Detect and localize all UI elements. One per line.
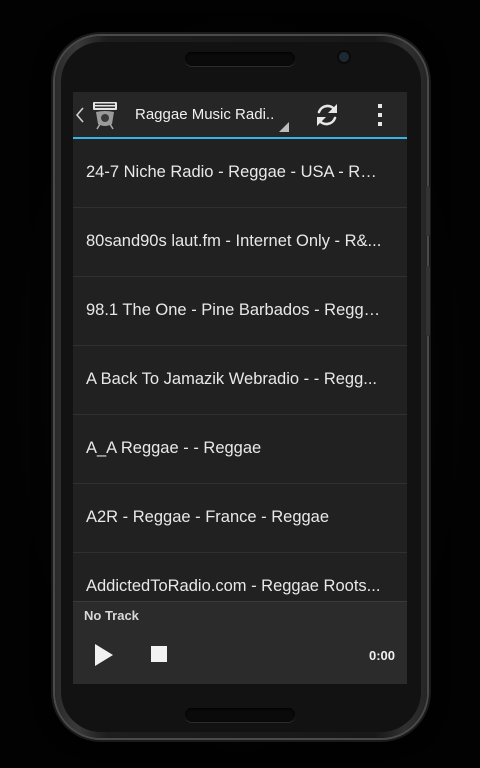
station-label: A_A Reggae - - Reggae xyxy=(86,439,262,457)
power-button xyxy=(426,186,430,236)
list-item[interactable]: 80sand90s laut.fm - Internet Only - R&..… xyxy=(73,208,407,277)
station-label: A2R - Reggae - France - Reggae xyxy=(86,508,330,526)
list-item[interactable]: A Back To Jamazik Webradio - - Regg... xyxy=(73,346,407,415)
list-item[interactable]: A2R - Reggae - France - Reggae xyxy=(73,484,407,553)
front-camera xyxy=(339,52,349,62)
play-icon[interactable] xyxy=(91,642,117,668)
track-label: No Track xyxy=(84,608,139,623)
list-item[interactable]: 98.1 The One - Pine Barbados - Regga... xyxy=(73,277,407,346)
overflow-menu-icon[interactable] xyxy=(371,101,389,129)
action-bar: Raggae Music Radi.. xyxy=(73,92,407,139)
station-label: AddictedToRadio.com - Reggae Roots... xyxy=(86,577,381,595)
elapsed-time: 0:00 xyxy=(368,648,395,663)
station-label: 24-7 Niche Radio - Reggae - USA - Reg... xyxy=(86,163,382,181)
chevron-left-icon[interactable] xyxy=(75,104,85,126)
station-list[interactable]: 24-7 Niche Radio - Reggae - USA - Reg...… xyxy=(73,139,407,601)
bottom-speaker xyxy=(185,708,295,722)
app-title[interactable]: Raggae Music Radi.. xyxy=(135,105,285,125)
app-screen: Raggae Music Radi.. 24-7 Niche Radio - R… xyxy=(73,92,407,684)
device-stage: Raggae Music Radi.. 24-7 Niche Radio - R… xyxy=(0,0,480,768)
list-item[interactable]: A_A Reggae - - Reggae xyxy=(73,415,407,484)
refresh-icon[interactable] xyxy=(313,101,341,129)
rasta-logo-icon[interactable] xyxy=(91,100,119,130)
stop-icon[interactable] xyxy=(151,646,167,662)
station-label: A Back To Jamazik Webradio - - Regg... xyxy=(86,370,378,388)
top-speaker xyxy=(185,52,295,66)
volume-button xyxy=(426,266,430,336)
station-label: 80sand90s laut.fm - Internet Only - R&..… xyxy=(86,232,382,250)
player-bar: No Track 0:00 xyxy=(73,601,407,684)
spinner-indicator-icon[interactable] xyxy=(279,122,289,132)
list-item[interactable]: AddictedToRadio.com - Reggae Roots... xyxy=(73,553,407,601)
list-item[interactable]: 24-7 Niche Radio - Reggae - USA - Reg... xyxy=(73,139,407,208)
station-label: 98.1 The One - Pine Barbados - Regga... xyxy=(86,301,382,319)
